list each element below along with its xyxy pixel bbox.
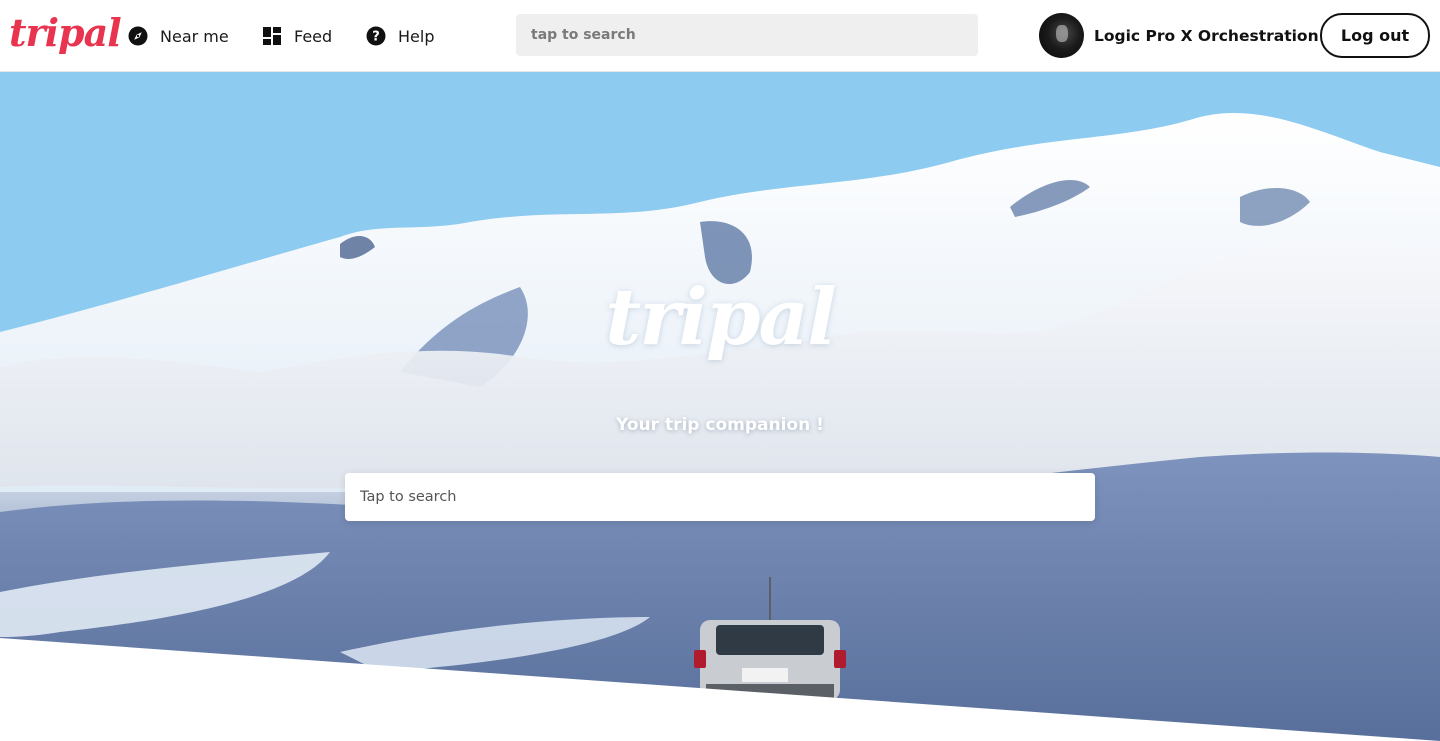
hero-logo: tripal xyxy=(605,272,836,363)
nav-item-near-me[interactable]: Near me xyxy=(128,22,229,50)
avatar[interactable] xyxy=(1039,13,1084,58)
compass-icon xyxy=(128,26,148,46)
help-circle-icon: ? xyxy=(366,26,386,46)
nav-item-label: Near me xyxy=(160,26,229,46)
avatar-face xyxy=(1056,25,1068,42)
logout-button[interactable]: Log out xyxy=(1320,13,1430,58)
nav-item-help[interactable]: ? Help xyxy=(366,22,434,50)
hero-section: tripal Your trip companion ! xyxy=(0,72,1440,741)
nav-item-feed[interactable]: Feed xyxy=(262,22,332,50)
navbar: tripal Near me Feed ? Help tap to search… xyxy=(0,0,1440,72)
hero-search-input[interactable] xyxy=(345,473,1095,521)
search-input[interactable] xyxy=(516,14,978,56)
user-name[interactable]: Logic Pro X Orchestration xyxy=(1094,24,1319,48)
svg-text:?: ? xyxy=(372,30,380,45)
nav-item-label: Feed xyxy=(294,26,333,46)
hero-background-image xyxy=(0,72,1440,741)
hero-tagline: Your trip companion ! xyxy=(616,415,824,435)
nav-item-label: Help xyxy=(398,26,435,46)
dashboard-icon xyxy=(262,26,282,46)
brand-logo[interactable]: tripal xyxy=(9,4,122,62)
